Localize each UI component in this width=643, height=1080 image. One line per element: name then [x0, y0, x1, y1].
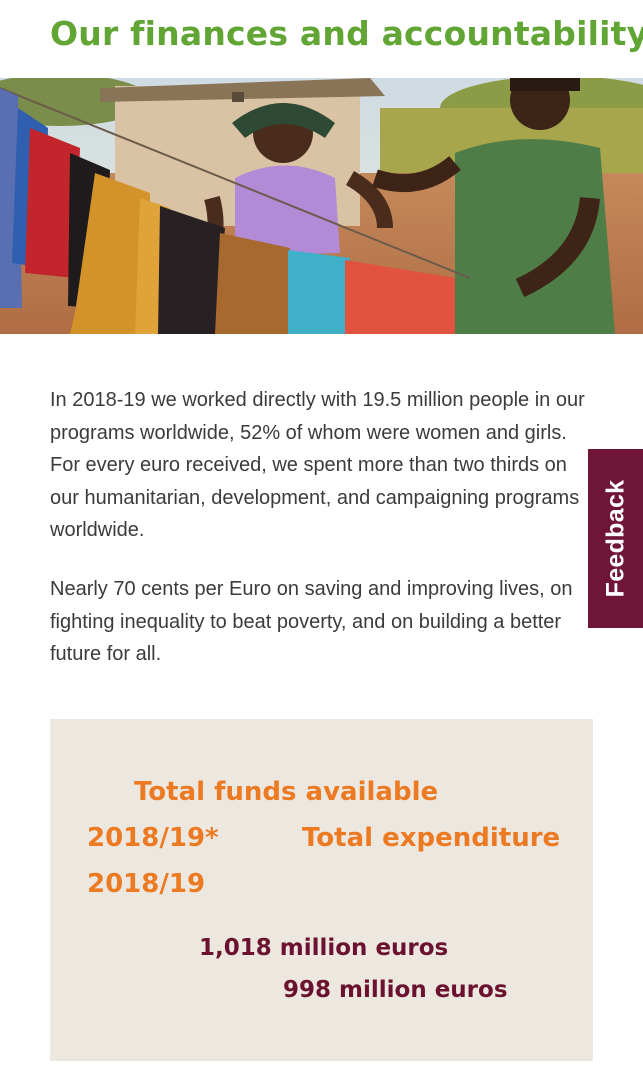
expenditure-value: 998 million euros	[283, 977, 508, 1003]
funds-available-year-label: 2018/19*	[87, 823, 219, 853]
expenditure-year-label: 2018/19	[87, 869, 206, 899]
intro-paragraph: In 2018-19 we worked directly with 19.5 …	[50, 389, 585, 541]
funds-available-value: 1,018 million euros	[199, 935, 449, 961]
feedback-button[interactable]: Feedback	[588, 449, 643, 628]
page: Our finances and accountability In 2018-…	[0, 0, 643, 1080]
funds-available-label: Total funds available	[134, 777, 439, 807]
expenditure-label: Total expenditure	[302, 823, 561, 853]
finance-summary-box: Total funds available 2018/19* Total exp…	[50, 719, 593, 1061]
feedback-label: Feedback	[601, 479, 630, 598]
page-title: Our finances and accountability	[50, 14, 643, 53]
efficiency-paragraph: Nearly 70 cents per Euro on saving and i…	[50, 578, 573, 665]
hero-photo	[0, 78, 643, 334]
